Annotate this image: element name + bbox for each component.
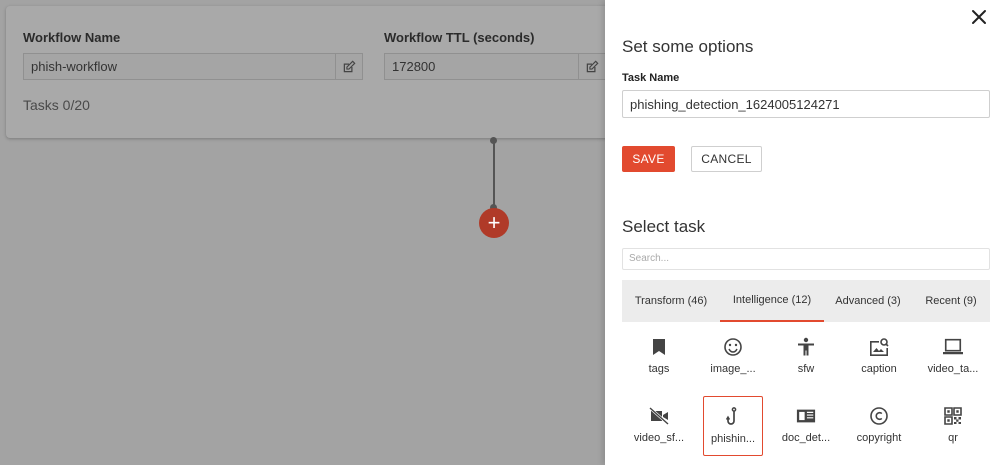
tab-recent[interactable]: Recent (9) (912, 280, 990, 322)
workflow-connector-line (493, 140, 495, 208)
workflow-name-field[interactable]: phish-workflow (23, 53, 363, 80)
task-options-panel: Set some options Task Name phishing_dete… (605, 0, 1000, 465)
person-icon (798, 337, 814, 356)
laptop-icon (943, 338, 963, 355)
edit-workflow-name-button[interactable] (335, 54, 362, 79)
workflow-ttl-value[interactable]: 172800 (385, 54, 578, 79)
workflow-settings-card: Workflow Name phish-workflow Workflow TT… (6, 6, 626, 138)
edit-icon (586, 60, 599, 72)
task-tile-doc-detect[interactable]: doc_det... (776, 396, 836, 456)
add-task-button[interactable]: + (479, 208, 509, 238)
task-label: image_... (710, 363, 756, 375)
document-icon (796, 409, 816, 423)
task-name-label: Task Name (622, 72, 680, 84)
workflow-name-label: Workflow Name (23, 30, 121, 45)
copyright-icon (870, 407, 888, 425)
bookmark-icon (653, 339, 665, 355)
task-label: copyright (856, 432, 902, 444)
qr-code-icon (944, 407, 962, 425)
plus-icon: + (487, 210, 501, 235)
task-label: doc_det... (781, 432, 831, 444)
video-off-icon (649, 407, 669, 425)
hook-icon (725, 407, 737, 425)
task-tile-caption[interactable]: caption (849, 327, 909, 387)
workflow-ttl-label: Workflow TTL (seconds) (384, 30, 535, 45)
close-panel-button[interactable] (970, 8, 988, 26)
task-label: tags (648, 363, 670, 375)
edit-icon (343, 60, 356, 72)
task-tile-video-tags[interactable]: video_ta... (923, 327, 983, 387)
edit-workflow-ttl-button[interactable] (578, 54, 605, 79)
task-label: video_ta... (927, 363, 979, 375)
task-label: qr (948, 432, 958, 444)
workflow-name-value[interactable]: phish-workflow (24, 54, 335, 79)
tasks-count: Tasks 0/20 (23, 97, 90, 113)
task-tile-video-sfw[interactable]: video_sf... (629, 396, 689, 456)
task-label: caption (861, 363, 897, 375)
image-caption-icon (870, 338, 889, 356)
task-name-input[interactable]: phishing_detection_1624005124271 (622, 90, 990, 118)
task-label: phishin... (710, 433, 756, 445)
task-label: sfw (797, 363, 815, 375)
task-tile-phishing[interactable]: phishin... (703, 396, 763, 456)
panel-title: Set some options (622, 37, 754, 56)
task-category-tabs: Transform (46) Intelligence (12) Advance… (622, 280, 990, 322)
task-tile-image[interactable]: image_... (703, 327, 763, 387)
workflow-ttl-field[interactable]: 172800 (384, 53, 606, 80)
cancel-button[interactable]: CANCEL (691, 146, 762, 172)
save-button[interactable]: SAVE (622, 146, 675, 172)
task-tile-qr[interactable]: qr (923, 396, 983, 456)
task-search-input[interactable]: Search... (622, 248, 990, 270)
smiley-icon (724, 338, 742, 356)
task-tile-tags[interactable]: tags (629, 327, 689, 387)
task-tile-copyright[interactable]: copyright (849, 396, 909, 456)
task-tile-sfw[interactable]: sfw (776, 327, 836, 387)
tab-transform[interactable]: Transform (46) (622, 280, 720, 322)
tab-advanced[interactable]: Advanced (3) (824, 280, 912, 322)
tab-intelligence[interactable]: Intelligence (12) (720, 280, 824, 322)
close-icon (972, 10, 986, 24)
select-task-heading: Select task (622, 217, 706, 236)
task-label: video_sf... (633, 432, 685, 444)
